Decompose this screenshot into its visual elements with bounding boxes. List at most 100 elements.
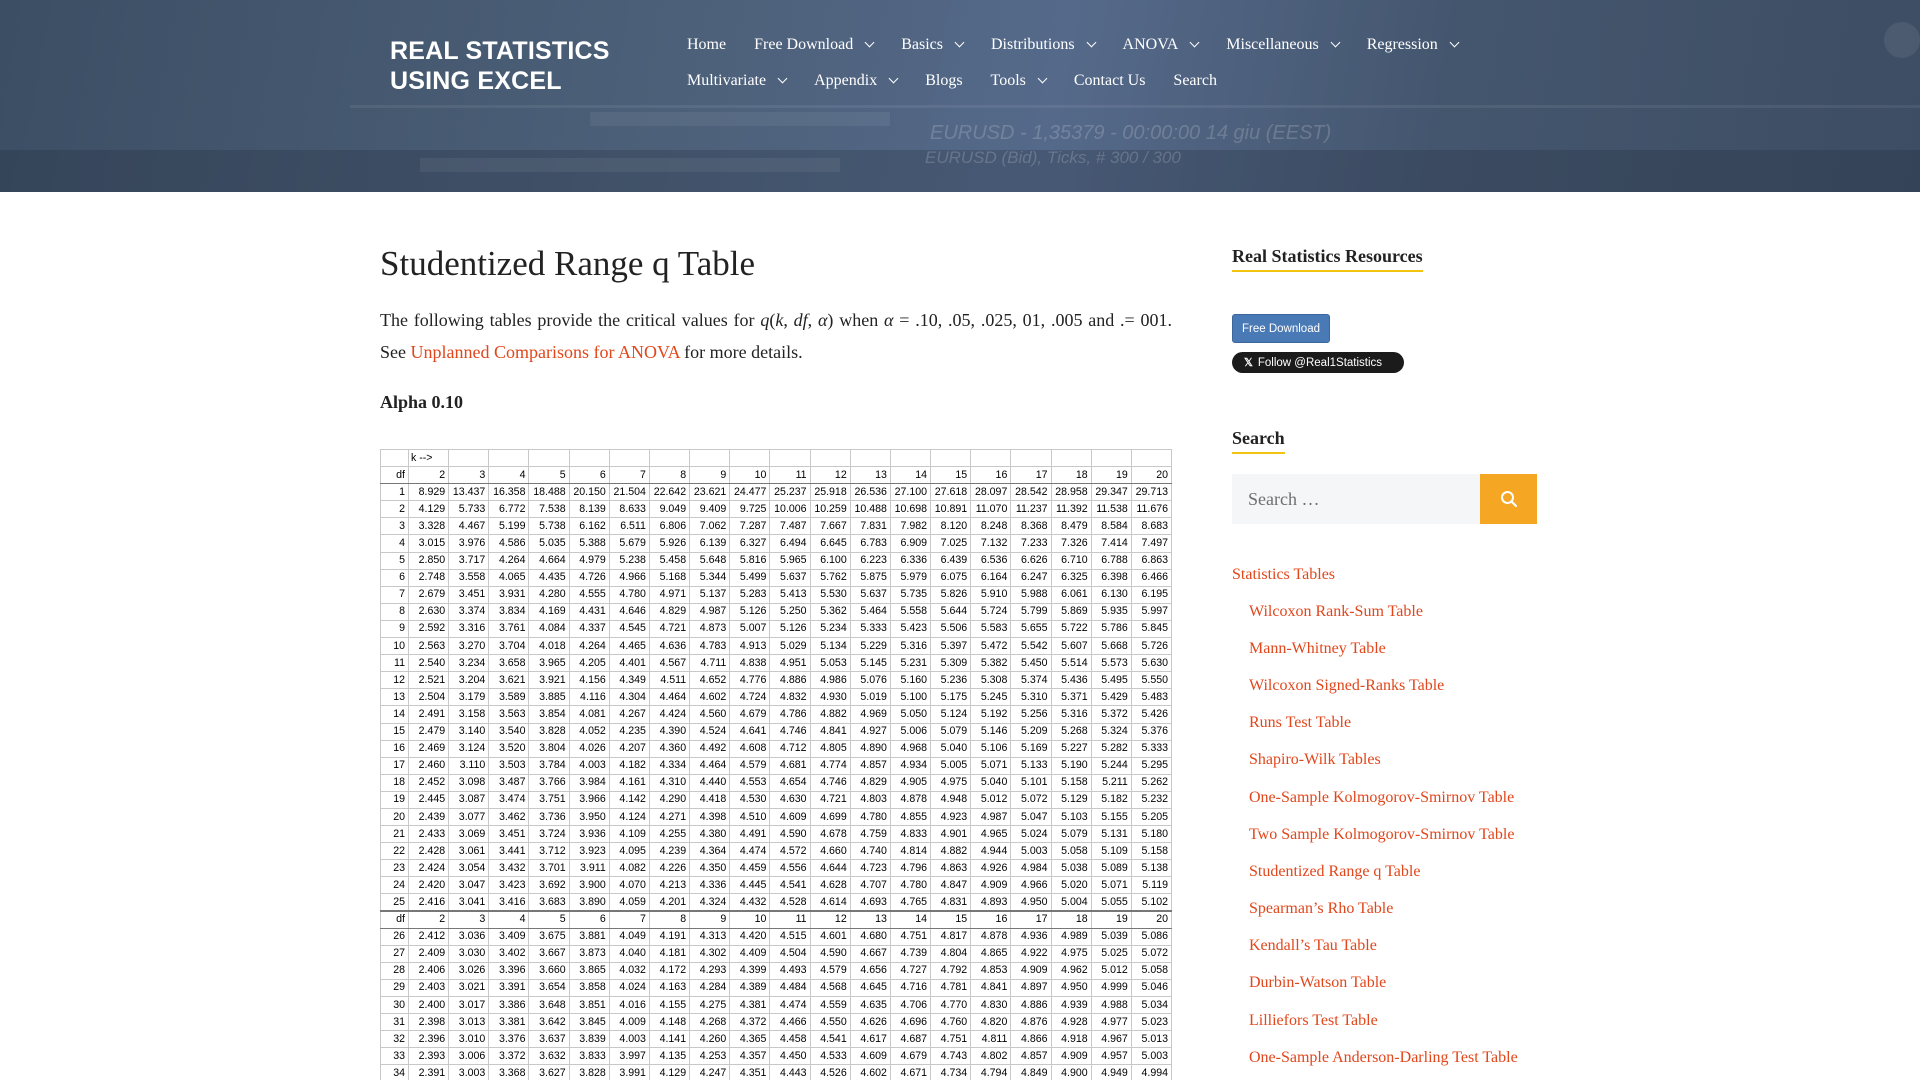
search-button[interactable]: [1480, 474, 1537, 524]
table-cell: 4.841: [809, 722, 851, 741]
search-form: [1232, 474, 1537, 524]
table-cell: 3.124: [448, 739, 490, 758]
table-cell: 3.374: [448, 602, 490, 621]
k-header: 2: [407, 910, 450, 929]
sidebar-link-durbin-watson-table[interactable]: Durbin-Watson Table: [1249, 974, 1386, 992]
table-cell: 4.365: [729, 1030, 771, 1049]
sidebar-link-kendall-s-tau-table[interactable]: Kendall’s Tau Table: [1249, 937, 1377, 955]
table-cell: 13.437: [448, 483, 490, 502]
table-cell: 3.558: [448, 568, 490, 587]
nav-item-anova[interactable]: ANOVA: [1123, 36, 1200, 54]
nav-item-basics[interactable]: Basics: [901, 36, 965, 54]
table-cell: 3.376: [488, 1030, 530, 1049]
table-cell: 4.556: [769, 859, 811, 878]
intro-df: df: [793, 310, 808, 330]
sidebar-link-lilliefors-test-table[interactable]: Lilliefors Test Table: [1249, 1012, 1378, 1030]
sidebar-link-two-sample-kolmogorov-smirnov-table[interactable]: Two Sample Kolmogorov-Smirnov Table: [1249, 826, 1514, 844]
table-cell: 7.025: [930, 534, 972, 553]
nav-item-miscellaneous[interactable]: Miscellaneous: [1226, 36, 1341, 54]
table-cell: 5.102: [1130, 893, 1172, 912]
table-row: 30 2.400 3.017 3.386 3.648 3.851 4.016 4.155 4.2…: [380, 995, 1172, 1015]
table-cell: 5.003: [1130, 1047, 1172, 1066]
table-cell: 4.191: [648, 927, 691, 946]
sidebar-link-shapiro-wilk-tables[interactable]: Shapiro-Wilk Tables: [1249, 751, 1381, 769]
table-cell: 27.100: [889, 483, 932, 502]
sidebar-link-runs-test-table[interactable]: Runs Test Table: [1249, 714, 1351, 732]
intro-paragraph: The following tables provide the critica…: [380, 304, 1172, 368]
list-item: Wilcoxon Rank-Sum Table: [1232, 593, 1552, 630]
nav-item-search[interactable]: Search: [1173, 72, 1217, 90]
table-cell: 4.759: [849, 825, 891, 844]
table-cell: 4.740: [849, 842, 891, 861]
table-cell: 4.432: [729, 893, 771, 912]
table-cell: 5.256: [1010, 705, 1052, 724]
table-cell: 5.514: [1050, 654, 1092, 673]
table-cell: 22.642: [648, 483, 691, 502]
table-cell: 10.006: [769, 500, 811, 519]
unplanned-comparisons-link[interactable]: Unplanned Comparisons for ANOVA: [411, 342, 680, 362]
free-download-button[interactable]: Free Download: [1232, 314, 1330, 343]
table-cell: 4.350: [689, 859, 731, 878]
table-cell: 3.834: [488, 602, 530, 621]
sidebar-link-one-sample-kolmogorov-smirnov-table[interactable]: One-Sample Kolmogorov-Smirnov Table: [1249, 789, 1514, 807]
site-title[interactable]: REAL STATISTICS USING EXCEL: [390, 36, 630, 96]
nav-item-regression[interactable]: Regression: [1367, 36, 1460, 54]
table-cell: 4.293: [689, 961, 731, 980]
table-cell: 3.865: [568, 961, 610, 980]
table-cell: 4.163: [648, 978, 691, 998]
table-cell: 4.016: [608, 995, 650, 1015]
sidebar-link-wilcoxon-rank-sum-table[interactable]: Wilcoxon Rank-Sum Table: [1249, 603, 1423, 621]
table-cell: 3.701: [528, 859, 570, 878]
k-header: 10: [729, 466, 771, 485]
search-input[interactable]: [1232, 474, 1480, 524]
table-cell: 6.536: [970, 551, 1012, 570]
sidebar-link-mann-whitney-table[interactable]: Mann-Whitney Table: [1249, 640, 1386, 658]
table-row: 24 2.420 3.047 3.423 3.692 3.900 4.070 4.213 4.3…: [380, 876, 1172, 895]
table-cell: 4.465: [608, 637, 650, 656]
k-header: 5: [528, 910, 570, 929]
table-cell: 4.390: [648, 722, 691, 741]
df-cell: 10: [380, 637, 409, 656]
table-cell: 6.783: [849, 534, 891, 553]
table-cell: 4.847: [930, 876, 972, 895]
nav-item-tools[interactable]: Tools: [991, 72, 1048, 90]
table-cell: 4.443: [769, 1064, 811, 1080]
sidebar-link-studentized-range-q-table[interactable]: Studentized Range q Table: [1249, 863, 1420, 881]
nav-item-home[interactable]: Home: [687, 36, 726, 54]
table-cell: 5.100: [889, 688, 932, 707]
k-header: 20: [1130, 910, 1172, 929]
nav-item-blogs[interactable]: Blogs: [925, 72, 962, 90]
table-cell: 5.182: [1090, 790, 1132, 809]
twitter-follow-button[interactable]: 𝕏 Follow @Real1Statistics: [1232, 352, 1404, 373]
nav-item-contact-us[interactable]: Contact Us: [1074, 72, 1146, 90]
table-cell: 4.635: [849, 995, 891, 1015]
nav-item-free-download[interactable]: Free Download: [754, 36, 875, 54]
table-cell: 4.636: [648, 637, 691, 656]
chevron-down-icon: [954, 37, 965, 48]
table-cell: 5.169: [1010, 739, 1052, 758]
table-cell: 3.997: [608, 1047, 650, 1066]
table-cell: 8.633: [608, 500, 650, 519]
nav-item-appendix[interactable]: Appendix: [814, 72, 899, 90]
table-cell: 3.833: [568, 1047, 610, 1066]
table-cell: 4.711: [689, 654, 731, 673]
table-cell: 4.781: [930, 978, 972, 998]
sidebar-link-wilcoxon-signed-ranks-table[interactable]: Wilcoxon Signed-Ranks Table: [1249, 677, 1444, 695]
statistics-tables-link[interactable]: Statistics Tables: [1232, 566, 1552, 584]
table-cell: 6.061: [1050, 585, 1092, 604]
table-cell: 4.901: [930, 825, 972, 844]
k-header: 3: [448, 466, 490, 485]
sidebar-link-spearman-s-rho-table[interactable]: Spearman’s Rho Table: [1249, 900, 1393, 918]
table-cell: 3.761: [488, 619, 530, 639]
nav-item-distributions[interactable]: Distributions: [991, 36, 1096, 54]
table-cell: 3.936: [568, 825, 610, 844]
table-cell: 4.962: [1050, 961, 1092, 980]
table-cell: [1090, 449, 1132, 468]
table-cell: 7.831: [849, 517, 891, 536]
sidebar-link-one-sample-anderson-darling-test-table[interactable]: One-Sample Anderson-Darling Test Table: [1249, 1049, 1518, 1067]
table-cell: 4.994: [1130, 1064, 1172, 1080]
chevron-down-icon: [777, 73, 788, 84]
table-cell: [1130, 449, 1172, 468]
intro-text: ,: [807, 310, 818, 330]
nav-item-multivariate[interactable]: Multivariate: [687, 72, 788, 90]
